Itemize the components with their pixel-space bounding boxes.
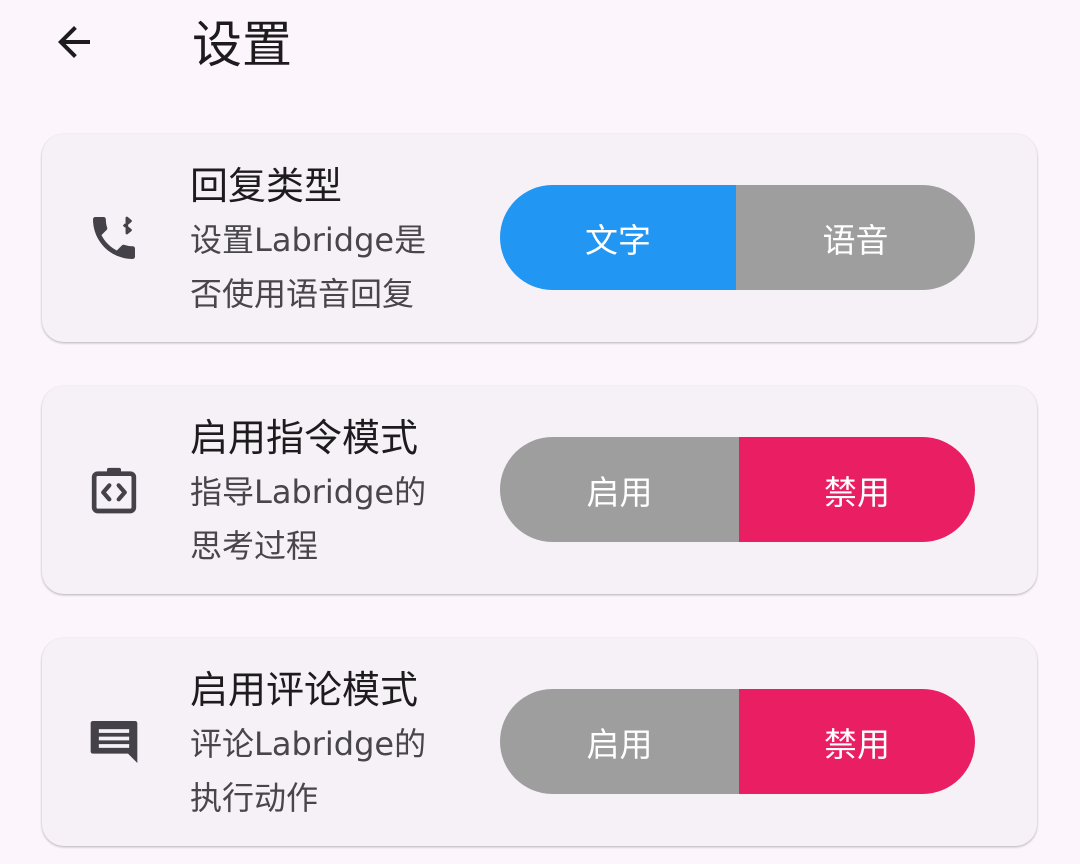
arrow-back-icon	[58, 26, 90, 58]
enable-option-button[interactable]: 启用	[500, 437, 739, 542]
setting-description: 评论Labridge的 执行动作	[190, 717, 470, 825]
setting-description-line: 指导Labridge的	[190, 473, 427, 511]
text-option-button[interactable]: 文字	[500, 185, 736, 290]
setting-description-line: 否使用语音回复	[190, 275, 415, 313]
setting-title: 启用评论模式	[190, 668, 419, 712]
setting-text: 启用指令模式 指导Labridge的 思考过程	[190, 412, 470, 573]
app-bar: 设置	[0, 0, 1080, 96]
setting-description: 设置Labridge是 否使用语音回复	[190, 213, 470, 321]
setting-card-instruction-mode: 启用指令模式 指导Labridge的 思考过程 启用 禁用	[42, 386, 1037, 594]
setting-title: 启用指令模式	[190, 416, 419, 460]
reply-type-toggle: 文字 语音	[500, 185, 975, 290]
phone-bluetooth-icon	[86, 210, 142, 266]
setting-text: 启用评论模式 评论Labridge的 执行动作	[190, 664, 470, 825]
comment-icon	[86, 714, 142, 770]
enable-option-button[interactable]: 启用	[500, 689, 739, 794]
comment-mode-toggle: 启用 禁用	[500, 689, 975, 794]
setting-description-line: 评论Labridge的	[190, 725, 427, 763]
code-clipboard-icon	[86, 462, 142, 518]
back-button[interactable]	[44, 12, 104, 72]
voice-option-button[interactable]: 语音	[736, 185, 975, 290]
setting-description: 指导Labridge的 思考过程	[190, 465, 470, 573]
setting-text: 回复类型 设置Labridge是 否使用语音回复	[190, 160, 470, 321]
disable-option-button[interactable]: 禁用	[739, 689, 975, 794]
disable-option-button[interactable]: 禁用	[739, 437, 975, 542]
setting-card-comment-mode: 启用评论模式 评论Labridge的 执行动作 启用 禁用	[42, 638, 1037, 846]
page-title: 设置	[192, 16, 292, 74]
setting-title: 回复类型	[190, 164, 343, 208]
setting-description-line: 执行动作	[190, 779, 319, 817]
setting-description-line: 思考过程	[190, 527, 319, 565]
setting-card-reply-type: 回复类型 设置Labridge是 否使用语音回复 文字 语音	[42, 134, 1037, 342]
setting-description-line: 设置Labridge是	[190, 221, 427, 259]
instruction-mode-toggle: 启用 禁用	[500, 437, 975, 542]
